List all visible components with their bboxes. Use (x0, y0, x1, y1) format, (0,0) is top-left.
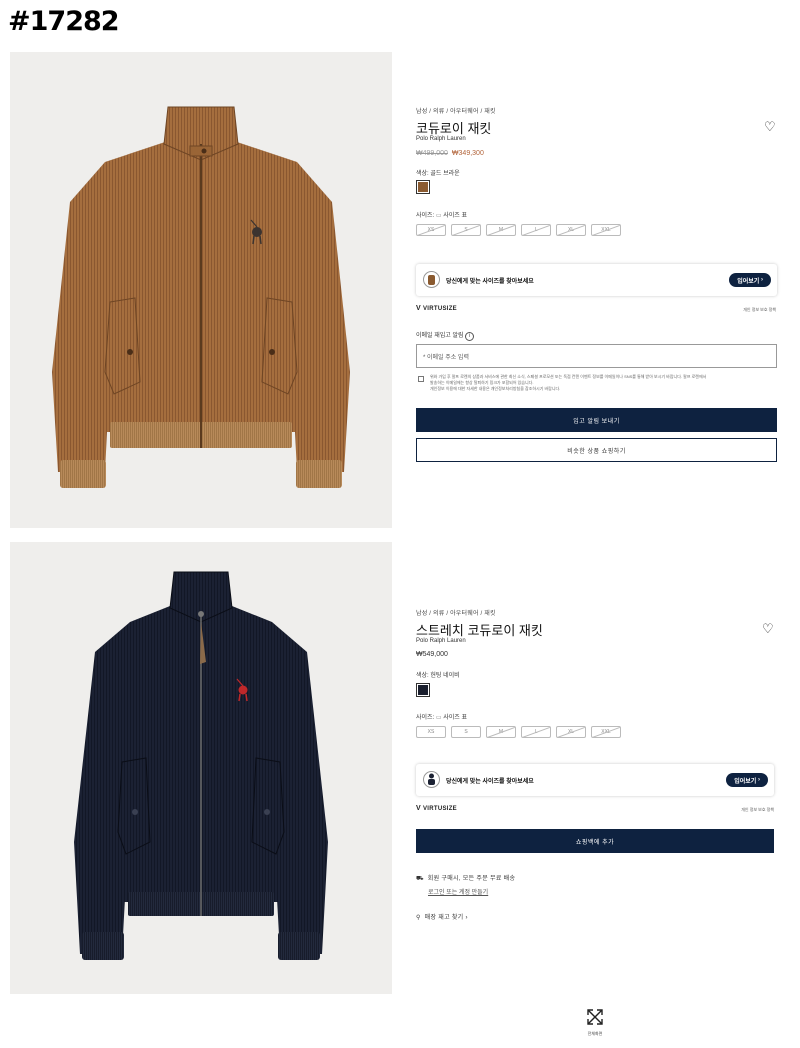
wishlist-heart-icon[interactable]: ♡ (762, 622, 774, 635)
product-image-navy-jacket[interactable] (10, 542, 392, 994)
size-option-l[interactable]: L (521, 726, 551, 738)
product-title: 코듀로이 재킷 (416, 121, 492, 136)
size-selector: XS S M L XL XXL (416, 726, 621, 738)
notify-button[interactable]: 입고 알림 보내기 (416, 408, 777, 432)
color-label: 색상: 헌팅 네이비 (416, 673, 460, 679)
breadcrumb[interactable]: 남성 / 의류 / 아우터웨어 / 재킷 (416, 106, 496, 115)
product-image-brown-jacket[interactable] (10, 52, 392, 528)
size-option-xs[interactable]: XS (416, 224, 446, 236)
size-label: 사이즈: ▭ 사이즈 표 (416, 715, 467, 721)
virtusize-avatar-icon (423, 271, 440, 288)
size-guide-link[interactable]: 사이즈 표 (443, 213, 467, 219)
size-option-l[interactable]: L (521, 224, 551, 236)
size-option-s[interactable]: S (451, 224, 481, 236)
brand-name: Polo Ralph Lauren (416, 136, 466, 142)
brand-name: Polo Ralph Lauren (416, 638, 466, 644)
post-number-tag: #17282 (8, 6, 120, 37)
color-label: 색상: 골드 브라운 (416, 171, 460, 177)
size-option-xs[interactable]: XS (416, 726, 446, 738)
fullscreen-label: 전체화면 (587, 1031, 603, 1036)
size-option-s[interactable]: S (451, 726, 481, 738)
product-title: 스트레치 코듀로이 재킷 (416, 623, 543, 638)
sale-price: ₩349,300 (451, 150, 484, 157)
privacy-policy-link[interactable]: 개인 정보 보호 정책 (743, 307, 776, 313)
fullscreen-icon[interactable] (584, 1006, 606, 1028)
virtusize-prompt: 당신에게 맞는 사이즈를 찾아보세요 (446, 279, 534, 285)
size-guide-link[interactable]: 사이즈 표 (443, 715, 467, 721)
virtusize-logo: V VIRTUSIZE (416, 305, 457, 312)
size-option-xl[interactable]: XL (556, 726, 586, 738)
store-finder-link[interactable]: ⚲ 매장 재고 찾기 › (416, 912, 468, 921)
location-pin-icon: ⚲ (416, 915, 421, 921)
login-link[interactable]: 로그인 또는 계정 만들기 (428, 887, 488, 896)
virtusize-widget: 당신에게 맞는 사이즈를 찾아보세요 입어보기 › (416, 764, 774, 796)
shop-similar-button[interactable]: 비슷한 상품 쇼핑하기 (416, 438, 777, 462)
add-to-bag-button[interactable]: 쇼핑백에 추가 (416, 829, 774, 853)
consent-checkbox[interactable] (418, 376, 424, 382)
size-option-m[interactable]: M (486, 224, 516, 236)
color-swatch-hunting-navy[interactable] (416, 683, 430, 697)
try-on-button[interactable]: 입어보기 › (726, 773, 768, 787)
color-swatch-gold-brown[interactable] (416, 180, 430, 194)
virtusize-widget: 당신에게 맞는 사이즈를 찾아보세요 입어보기 › (416, 264, 777, 296)
breadcrumb[interactable]: 남성 / 의류 / 아우터웨어 / 재킷 (416, 608, 496, 617)
size-label: 사이즈: ▭ 사이즈 표 (416, 213, 467, 219)
size-selector: XS S M L XL XXL (416, 224, 621, 236)
virtusize-logo: V VIRTUSIZE (416, 805, 457, 812)
consent-text: 위와 가입 후 랄프 로렌의 상품과 서비스에 관한 최신 소식, 스페셜 프로… (430, 374, 707, 391)
try-on-button[interactable]: 입어보기 › (729, 273, 771, 287)
virtusize-avatar-icon (423, 771, 440, 788)
restock-label: 이메일 재입고 알림 i (416, 330, 475, 341)
navy-jacket-illustration (74, 571, 328, 960)
email-field[interactable]: * 이메일 주소 입력 (416, 344, 777, 368)
privacy-policy-link[interactable]: 개인 정보 보호 정책 (741, 807, 774, 813)
price: ₩549,000 (416, 651, 448, 658)
size-option-xxl[interactable]: XXL (591, 224, 621, 236)
wishlist-heart-icon[interactable]: ♡ (764, 120, 776, 133)
original-price: ₩499,000 (416, 150, 448, 157)
shipping-promo: ⛟ 회원 구매시, 모든 주문 무료 배송 (416, 876, 516, 882)
virtusize-prompt: 당신에게 맞는 사이즈를 찾아보세요 (446, 779, 534, 785)
info-icon[interactable]: i (465, 332, 475, 341)
truck-icon: ⛟ (416, 876, 424, 882)
size-option-xxl[interactable]: XXL (591, 726, 621, 738)
size-option-m[interactable]: M (486, 726, 516, 738)
price: ₩499,000 ₩349,300 (416, 150, 484, 157)
size-option-xl[interactable]: XL (556, 224, 586, 236)
brown-jacket-illustration (52, 106, 350, 488)
